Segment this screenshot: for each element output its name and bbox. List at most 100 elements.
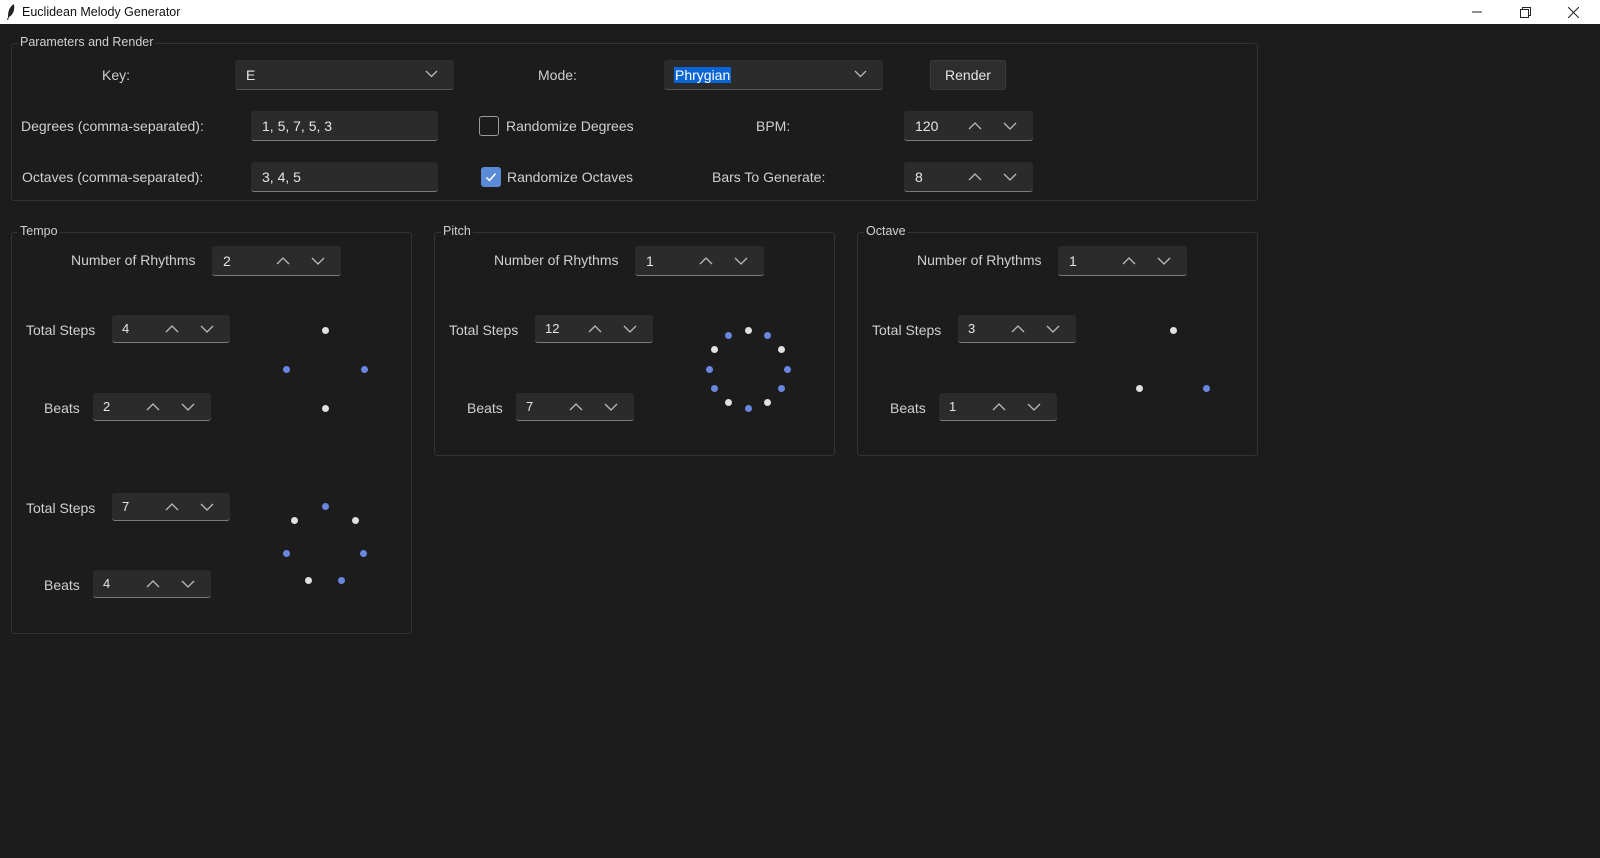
chevron-up-icon[interactable] <box>699 256 713 266</box>
pitch-r0-beats-value: 7 <box>526 399 534 414</box>
bpm-label: BPM: <box>756 118 791 134</box>
rhythm-step-active <box>321 502 329 510</box>
tempo-r1-steps-value: 7 <box>122 499 130 514</box>
randomize-octaves-label[interactable]: Randomize Octaves <box>507 169 633 185</box>
tempo-r1-steps-spinbox[interactable]: 7 <box>112 493 230 521</box>
close-icon <box>1567 6 1579 18</box>
chevron-down-icon[interactable] <box>200 502 214 512</box>
chevron-up-icon[interactable] <box>1011 324 1025 334</box>
chevron-down-icon[interactable] <box>1157 256 1171 266</box>
octave-r0-steps-spinbox[interactable]: 3 <box>958 315 1076 343</box>
chevron-up-icon[interactable] <box>146 402 160 412</box>
chevron-down-icon[interactable] <box>181 579 195 589</box>
chevron-up-icon[interactable] <box>1122 256 1136 266</box>
tempo-r0-beats-spinbox[interactable]: 2 <box>93 393 211 421</box>
octaves-input[interactable]: 3, 4, 5 <box>251 162 438 192</box>
octave-r0-beats-spinbox[interactable]: 1 <box>939 393 1057 421</box>
key-select[interactable]: E <box>235 60 454 90</box>
rhythm-step-active <box>764 331 771 339</box>
degrees-label: Degrees (comma-separated): <box>21 118 204 134</box>
chevron-down-icon[interactable] <box>311 256 325 266</box>
rhythm-step-active <box>705 365 713 373</box>
octave-r0-beats-value: 1 <box>949 399 957 414</box>
rhythm-step-active <box>282 365 290 373</box>
chevron-down-icon[interactable] <box>1027 402 1041 412</box>
chevron-down-icon[interactable] <box>200 324 214 334</box>
rhythm-step-active <box>359 550 367 558</box>
octave-r0-steps-value: 3 <box>968 321 976 336</box>
tempo-r0-steps-value: 4 <box>122 321 130 336</box>
tempo-num-rhythms-value: 2 <box>223 253 231 269</box>
render-button[interactable]: Render <box>930 60 1006 90</box>
octave-r0-beats-label: Beats <box>890 400 926 416</box>
octaves-label: Octaves (comma-separated): <box>22 169 204 185</box>
octave-num-rhythms-spinbox[interactable]: 1 <box>1058 246 1187 276</box>
chevron-down-icon[interactable] <box>604 402 618 412</box>
chevron-up-icon[interactable] <box>569 402 583 412</box>
chevron-up-icon[interactable] <box>165 502 179 512</box>
checkmark-icon <box>485 173 497 182</box>
chevron-down-icon[interactable] <box>1046 324 1060 334</box>
chevron-down-icon[interactable] <box>1003 172 1017 182</box>
chevron-down-icon[interactable] <box>1003 121 1017 131</box>
chevron-up-icon[interactable] <box>588 324 602 334</box>
pitch-r0-beats-spinbox[interactable]: 7 <box>516 393 634 421</box>
mode-select[interactable]: Phrygian <box>664 60 883 90</box>
chevron-down-icon <box>425 70 438 78</box>
rhythm-step-inactive <box>710 346 718 353</box>
chevron-down-icon[interactable] <box>623 324 637 334</box>
pitch-r0-steps-spinbox[interactable]: 12 <box>535 315 653 343</box>
mode-select-value: Phrygian <box>674 67 732 83</box>
pitch-r0-steps-label: Total Steps <box>449 322 519 338</box>
octave-num-rhythms-value: 1 <box>1069 253 1077 269</box>
randomize-degrees-checkbox[interactable] <box>479 116 499 136</box>
octave-group-title: Octave <box>864 224 908 238</box>
randomize-octaves-checkbox[interactable] <box>481 167 501 187</box>
bars-value: 8 <box>915 169 923 185</box>
chevron-up-icon[interactable] <box>968 172 982 182</box>
chevron-down-icon[interactable] <box>734 256 748 266</box>
parameters-group-title: Parameters and Render <box>18 35 156 49</box>
tempo-r1-beats-spinbox[interactable]: 4 <box>93 570 211 598</box>
chevron-up-icon[interactable] <box>968 121 982 131</box>
octave-r0-steps-label: Total Steps <box>872 322 942 338</box>
octaves-input-value: 3, 4, 5 <box>262 169 301 185</box>
degrees-input[interactable]: 1, 5, 7, 5, 3 <box>251 111 438 141</box>
mode-label: Mode: <box>538 67 577 83</box>
rhythm-step-active <box>725 331 732 339</box>
randomize-degrees-label[interactable]: Randomize Degrees <box>506 118 634 134</box>
restore-button[interactable] <box>1502 0 1548 24</box>
tempo-r0-beats-value: 2 <box>103 399 111 414</box>
tempo-r0-steps-label: Total Steps <box>26 322 96 338</box>
pitch-num-rhythms-spinbox[interactable]: 1 <box>635 246 764 276</box>
pitch-r0-steps-value: 12 <box>545 321 560 336</box>
rhythm-step-inactive <box>321 404 329 412</box>
bpm-spinbox[interactable]: 120 <box>904 111 1033 141</box>
tempo-r0-steps-spinbox[interactable]: 4 <box>112 315 230 343</box>
feather-icon <box>7 4 15 20</box>
window-title: Euclidean Melody Generator <box>22 5 181 19</box>
tempo-group-title: Tempo <box>18 224 60 238</box>
minimize-button[interactable] <box>1454 0 1500 24</box>
chevron-down-icon[interactable] <box>181 402 195 412</box>
octave-num-rhythms-label: Number of Rhythms <box>917 252 1042 268</box>
chevron-up-icon[interactable] <box>146 579 160 589</box>
chevron-up-icon[interactable] <box>165 324 179 334</box>
minimize-icon <box>1472 11 1482 13</box>
rhythm-step-inactive <box>1135 385 1143 392</box>
chevron-up-icon[interactable] <box>992 402 1006 412</box>
close-button[interactable] <box>1550 0 1596 24</box>
rhythm-step-inactive <box>304 576 312 584</box>
chevron-up-icon[interactable] <box>276 256 290 266</box>
tempo-num-rhythms-spinbox[interactable]: 2 <box>212 246 341 276</box>
rhythm-step-active <box>744 404 752 412</box>
bars-spinbox[interactable]: 8 <box>904 162 1033 192</box>
bars-to-generate-label: Bars To Generate: <box>712 169 826 185</box>
rhythm-step-inactive <box>744 326 752 334</box>
degrees-input-value: 1, 5, 7, 5, 3 <box>262 118 333 134</box>
tempo-group: Tempo <box>11 224 412 634</box>
pitch-num-rhythms-label: Number of Rhythms <box>494 252 619 268</box>
pitch-group-title: Pitch <box>441 224 473 238</box>
rhythm-step-active <box>710 385 718 392</box>
rhythm-step-active <box>360 365 368 373</box>
